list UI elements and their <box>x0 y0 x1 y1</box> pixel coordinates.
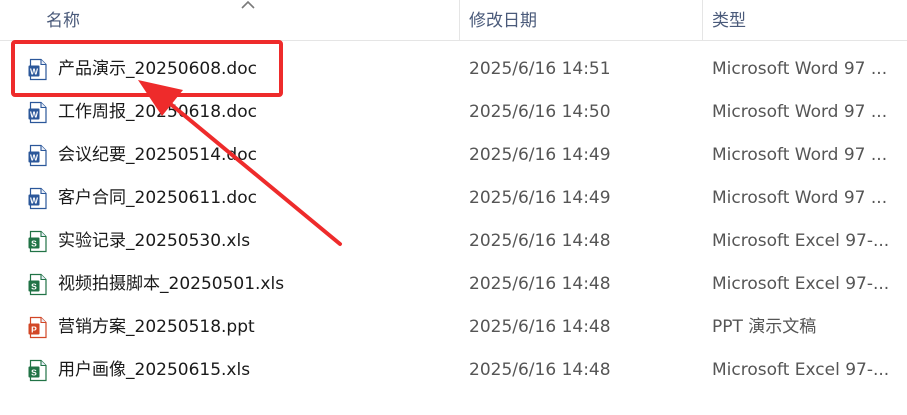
file-modified-date: 2025/6/16 14:48 <box>469 317 611 337</box>
file-modified-date: 2025/6/16 14:51 <box>469 59 611 79</box>
file-type: Microsoft Word 97 ... <box>712 59 888 79</box>
file-row[interactable]: W 工作周报_20250618.doc 2025/6/16 14:50 Microso… <box>0 91 907 134</box>
file-name[interactable]: 用户画像_20250615.xls <box>58 349 458 392</box>
file-type: PPT 演示文稿 <box>712 317 817 337</box>
column-divider[interactable] <box>459 0 460 40</box>
file-type: Microsoft Excel 97-... <box>712 274 890 294</box>
column-header-date[interactable]: 修改日期 <box>469 0 699 40</box>
ppt-presentation-icon: P <box>28 316 47 339</box>
file-name[interactable]: 客户合同_20250611.doc <box>58 177 458 220</box>
file-list: W 产品演示_20250608.doc 2025/6/16 14:51 Microso… <box>0 48 907 392</box>
file-type: Microsoft Word 97 ... <box>712 145 888 165</box>
file-icon-letter: P <box>31 324 37 334</box>
file-type: Microsoft Excel 97-... <box>712 360 890 380</box>
word-doc-icon: W <box>28 101 47 124</box>
column-divider[interactable] <box>702 0 703 40</box>
word-doc-icon: W <box>28 144 47 167</box>
file-modified-date: 2025/6/16 14:48 <box>469 360 611 380</box>
file-row[interactable]: S 用户画像_20250615.xls 2025/6/16 14:48 Microso… <box>0 349 907 392</box>
file-type: Microsoft Word 97 ... <box>712 102 888 122</box>
highlight-annotation-box <box>11 40 283 97</box>
file-icon-letter: S <box>31 238 37 248</box>
file-modified-date: 2025/6/16 14:49 <box>469 145 611 165</box>
file-name[interactable]: 工作周报_20250618.doc <box>58 91 458 134</box>
file-modified-date: 2025/6/16 14:48 <box>469 274 611 294</box>
file-row[interactable]: S 视频拍摄脚本_20250501.xls 2025/6/16 14:48 Micro… <box>0 263 907 306</box>
file-icon-letter: S <box>31 281 37 291</box>
file-icon-letter: W <box>30 109 39 119</box>
file-row[interactable]: W 会议纪要_20250514.doc 2025/6/16 14:49 Microso… <box>0 134 907 177</box>
file-icon-letter: S <box>31 367 37 377</box>
excel-sheet-icon: S <box>28 230 47 253</box>
file-name[interactable]: 会议纪要_20250514.doc <box>58 134 458 177</box>
file-modified-date: 2025/6/16 14:48 <box>469 231 611 251</box>
file-name[interactable]: 视频拍摄脚本_20250501.xls <box>58 263 458 306</box>
file-name[interactable]: 营销方案_20250518.ppt <box>58 306 458 349</box>
file-icon-letter: W <box>30 152 39 162</box>
file-row[interactable]: P 营销方案_20250518.ppt 2025/6/16 14:48 PPT 演示文… <box>0 306 907 349</box>
file-row[interactable]: W 客户合同_20250611.doc 2025/6/16 14:49 Microso… <box>0 177 907 220</box>
file-row[interactable]: S 实验记录_20250530.xls 2025/6/16 14:48 Microso… <box>0 220 907 263</box>
excel-sheet-icon: S <box>28 273 47 296</box>
column-header-bar: 名称 修改日期 类型 <box>0 0 907 41</box>
column-header-type[interactable]: 类型 <box>712 0 902 40</box>
column-header-name[interactable]: 名称 <box>46 0 456 40</box>
word-doc-icon: W <box>28 187 47 210</box>
file-type: Microsoft Word 97 ... <box>712 188 888 208</box>
excel-sheet-icon: S <box>28 359 47 382</box>
file-icon-letter: W <box>30 195 39 205</box>
file-explorer-list: 名称 修改日期 类型 W 产品演示_20250608.doc 2025/6/16 1… <box>0 0 907 415</box>
file-name[interactable]: 实验记录_20250530.xls <box>58 220 458 263</box>
file-modified-date: 2025/6/16 14:50 <box>469 102 611 122</box>
file-modified-date: 2025/6/16 14:49 <box>469 188 611 208</box>
file-type: Microsoft Excel 97-... <box>712 231 890 251</box>
